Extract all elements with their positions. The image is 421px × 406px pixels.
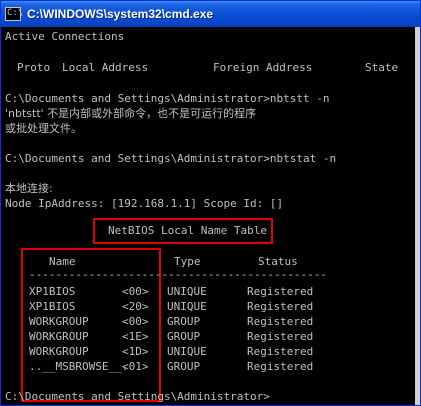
row-status: Registered bbox=[247, 315, 314, 328]
row-status: Registered bbox=[247, 360, 314, 373]
row-suffix: <1E> bbox=[122, 330, 149, 343]
title-bar[interactable]: C:\ C:\WINDOWS\system32\cmd.exe bbox=[1, 1, 420, 27]
row-type: GROUP bbox=[167, 330, 201, 343]
row-status: Registered bbox=[247, 300, 314, 313]
table-separator: ----------------------------------------… bbox=[29, 268, 327, 281]
row-type: UNIQUE bbox=[167, 345, 207, 358]
row-type: GROUP bbox=[167, 360, 201, 373]
row-type: UNIQUE bbox=[167, 285, 207, 298]
cmd-window: C:\ C:\WINDOWS\system32\cmd.exe Active C… bbox=[0, 0, 421, 406]
row-type: GROUP bbox=[167, 315, 201, 328]
vertical-scrollbar[interactable] bbox=[415, 27, 420, 405]
state-column-header: State bbox=[365, 61, 399, 74]
row-name: WORKGROUP bbox=[29, 345, 89, 358]
local-address-column-header: Local Address bbox=[62, 61, 149, 74]
foreign-address-column-header: Foreign Address bbox=[213, 61, 313, 74]
proto-column-header: Proto bbox=[17, 61, 51, 74]
active-connections-heading: Active Connections bbox=[5, 30, 125, 43]
row-suffix: <1D> bbox=[122, 345, 149, 358]
console-app-icon[interactable]: C:\ bbox=[5, 7, 23, 21]
row-name: WORKGROUP bbox=[29, 330, 89, 343]
error-message: 或批处理文件。 bbox=[5, 122, 82, 135]
row-status: Registered bbox=[247, 285, 314, 298]
row-type: UNIQUE bbox=[167, 300, 207, 313]
row-name: XP1BIOS bbox=[29, 285, 76, 298]
row-suffix: <00> bbox=[122, 315, 149, 328]
row-status: Registered bbox=[247, 330, 314, 343]
row-name: XP1BIOS bbox=[29, 300, 76, 313]
row-status: Registered bbox=[247, 345, 314, 358]
command-line: C:\Documents and Settings\Administrator>… bbox=[5, 152, 337, 165]
command-line: C:\Documents and Settings\Administrator>… bbox=[5, 92, 330, 105]
console-output[interactable]: Active Connections Proto Local Address F… bbox=[3, 28, 415, 404]
error-message: 'nbtstt' 不是内部或外部命令，也不是可运行的程序 bbox=[5, 107, 257, 120]
row-suffix: <20> bbox=[122, 300, 149, 313]
row-suffix: <01> bbox=[122, 360, 149, 373]
connection-name: 本地连接: bbox=[5, 182, 53, 195]
node-ip-address: Node IpAddress: [192.168.1.1] Scope Id: … bbox=[5, 197, 284, 210]
row-suffix: <00> bbox=[122, 285, 149, 298]
row-name: ..__MSBROWSE__. bbox=[29, 360, 129, 373]
table-title: NetBIOS Local Name Table bbox=[108, 224, 267, 237]
command-prompt: C:\Documents and Settings\Administrator> bbox=[5, 390, 270, 403]
row-name: WORKGROUP bbox=[29, 315, 89, 328]
window-title: C:\WINDOWS\system32\cmd.exe bbox=[27, 7, 214, 21]
